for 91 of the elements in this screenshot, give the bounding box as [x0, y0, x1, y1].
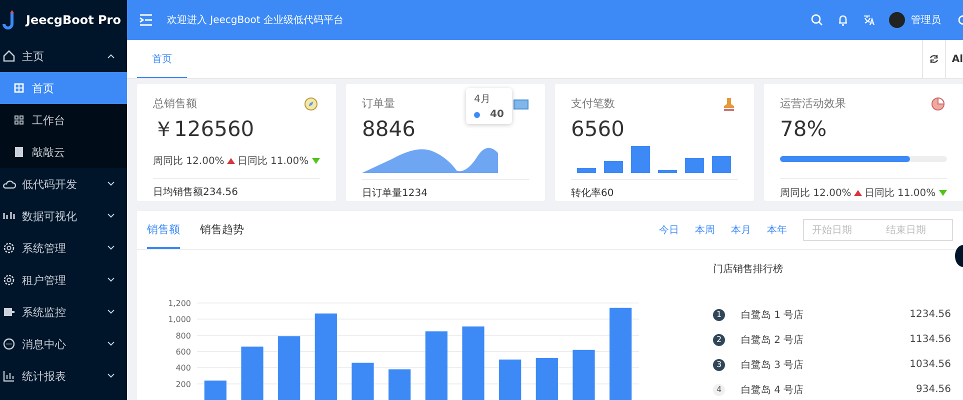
- store-amount: 1234.56: [910, 309, 951, 320]
- settings-icon[interactable]: [957, 14, 963, 26]
- chart-bar: [278, 336, 300, 400]
- axis-tick-label: 400: [176, 364, 191, 373]
- store-amount: 934.56: [916, 384, 951, 395]
- sidebar-subitem[interactable]: 工作台: [0, 104, 127, 136]
- sidebar-subitem[interactable]: 敲敲云: [0, 136, 127, 168]
- chevron-icon: [107, 213, 115, 219]
- range-link[interactable]: 本月: [731, 223, 751, 237]
- axis-tick-label: 1,000: [168, 315, 191, 324]
- chart-bar: [388, 369, 411, 400]
- stat-value: 8846: [362, 116, 416, 143]
- sidebar-item[interactable]: 主页: [0, 40, 127, 72]
- tooltip-value: 40: [490, 109, 504, 120]
- range-link[interactable]: 本周: [695, 223, 715, 237]
- tab-bar-text[interactable]: Al: [944, 40, 963, 78]
- settings-icon: [2, 241, 16, 255]
- chart-bar: [572, 350, 595, 400]
- store-amount: 1134.56: [910, 334, 951, 345]
- card-footer-text: 日订单量1234: [362, 188, 428, 199]
- chevron-icon: [107, 245, 115, 251]
- chart-bar: [499, 360, 522, 400]
- stat-value: ￥126560: [153, 116, 256, 143]
- card-title: 支付笔数: [571, 96, 615, 111]
- sidebar-item[interactable]: 数据可视化: [0, 200, 127, 232]
- sidebar-item[interactable]: 低代码开发: [0, 168, 127, 200]
- chevron-icon: [107, 181, 115, 187]
- sidebar-item[interactable]: 统计报表: [0, 360, 127, 392]
- dot-icon: [474, 112, 480, 118]
- bell-icon[interactable]: [837, 14, 849, 26]
- rank-number: 2: [713, 334, 725, 346]
- card-title: 订单量: [362, 96, 395, 111]
- grid-icon: [12, 113, 26, 127]
- axis-tick-label: 600: [176, 348, 191, 356]
- sidebar-item[interactable]: 消息中心: [0, 328, 127, 360]
- sidebar-item[interactable]: 系统监控: [0, 296, 127, 328]
- card-footer-text: 转化率60: [571, 188, 614, 199]
- settings-icon: [2, 273, 16, 287]
- axis-tick-label: 1,200: [168, 299, 191, 308]
- store-name: 白鹭岛 3 号店: [741, 358, 805, 372]
- chevron-icon: [107, 277, 115, 283]
- chart-bar: [204, 380, 226, 400]
- tooltip-title: 4月: [474, 94, 490, 105]
- chart-bar: [352, 362, 374, 400]
- chevron-icon: [107, 309, 115, 315]
- menu-icon[interactable]: [139, 14, 153, 26]
- stat-value: 6560: [571, 116, 626, 143]
- avatar-icon: [889, 12, 905, 28]
- trend-label: 日同比 11.00%: [864, 186, 936, 200]
- ranking-title: 门店销售排行榜: [713, 262, 784, 276]
- message-icon: [2, 337, 16, 351]
- sidebar-item[interactable]: 系统管理: [0, 232, 127, 264]
- range-link[interactable]: 本年: [767, 223, 787, 237]
- chart-bar: [536, 358, 558, 400]
- store-name: 白鹭岛 1 号店: [741, 308, 805, 322]
- rank-number: 4: [713, 384, 725, 396]
- trend-label: 周同比 12.00%: [780, 186, 852, 200]
- monitor-icon: [2, 305, 16, 319]
- rank-number: 1: [713, 308, 725, 320]
- store-name: 白鹭岛 4 号店: [741, 384, 805, 396]
- line-chart-icon: [2, 369, 16, 383]
- welcome-text: 欢迎进入 JeecgBoot 企业级低代码平台: [167, 14, 344, 27]
- chevron-icon: [107, 341, 115, 347]
- chart-bar: [425, 331, 448, 400]
- compass-icon: [304, 96, 320, 110]
- app-logo-text: JeecgBoot Pro: [26, 13, 121, 27]
- chart-bar: [241, 346, 264, 400]
- range-link[interactable]: 今日: [659, 223, 679, 237]
- trend-label: 周同比 12.00%: [153, 154, 224, 168]
- search-icon[interactable]: [811, 14, 823, 26]
- grid-icon: [12, 81, 26, 95]
- store-name: 白鹭岛 2 号店: [741, 334, 805, 346]
- sidebar-item[interactable]: 租户管理: [0, 264, 127, 296]
- chevron-icon: [107, 373, 115, 379]
- pie-chart-icon: [931, 96, 947, 110]
- rank-number: 3: [713, 358, 725, 370]
- translate-icon[interactable]: [863, 14, 875, 26]
- chevron-icon: [107, 53, 115, 59]
- home-icon: [2, 49, 16, 63]
- store-amount: 1034.56: [910, 359, 951, 370]
- card-title: 运营活动效果: [780, 96, 846, 111]
- card-footer-text: 日均销售额234.56: [153, 186, 238, 198]
- stat-value: 78%: [780, 116, 828, 143]
- card-icon: [513, 96, 529, 110]
- trend-label: 日同比 11.00%: [237, 154, 309, 168]
- axis-tick-label: 200: [176, 380, 191, 389]
- axis-tick-label: 800: [176, 331, 191, 340]
- card-title: 总销售额: [153, 96, 197, 111]
- refresh-icon[interactable]: [928, 54, 939, 64]
- document-icon: [12, 145, 26, 159]
- tab[interactable]: 销售趋势: [200, 211, 244, 249]
